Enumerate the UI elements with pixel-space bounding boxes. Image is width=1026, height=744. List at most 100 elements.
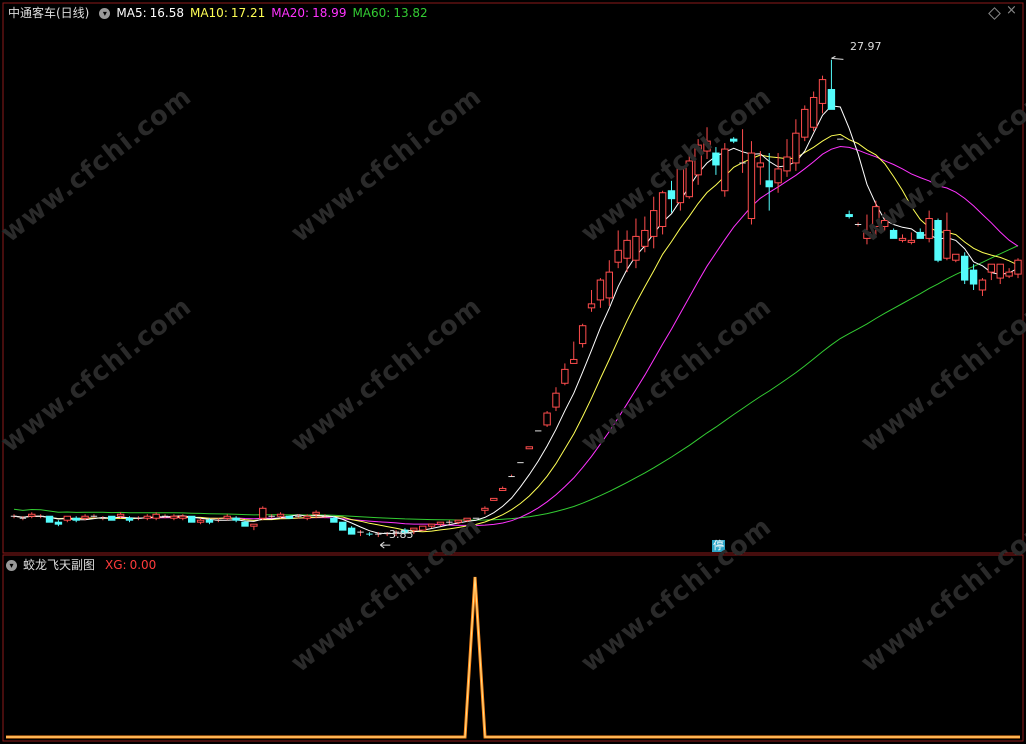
ma5-label: MA5: <box>116 6 147 20</box>
ma5-value: 16.58 <box>149 6 184 20</box>
ma60-value: 13.82 <box>393 6 428 20</box>
candle-body <box>650 210 658 237</box>
candle <box>978 278 987 296</box>
ma10-value: 17.21 <box>230 6 266 20</box>
ma60-label: MA60: <box>352 6 391 20</box>
candle-body <box>898 237 907 241</box>
candle <box>552 387 560 412</box>
candle <box>952 253 960 263</box>
candle <box>658 190 667 235</box>
candle <box>152 512 160 521</box>
candle-body <box>170 515 178 519</box>
candle <box>596 278 605 308</box>
candle-body <box>303 515 311 519</box>
candle <box>37 514 44 519</box>
candle <box>490 497 498 501</box>
candle-body <box>552 392 560 408</box>
xg-label: XG: <box>105 558 127 572</box>
candle <box>419 525 427 531</box>
candle <box>561 363 569 386</box>
candle <box>481 506 489 515</box>
candle <box>285 515 294 519</box>
candle-body <box>818 79 827 104</box>
main-panel-border <box>2 2 1024 554</box>
candle <box>543 411 551 427</box>
candle <box>508 474 515 478</box>
candle <box>196 518 205 525</box>
candle-body <box>116 513 125 517</box>
candle <box>357 530 364 537</box>
candle-body <box>232 517 240 521</box>
candle-body <box>525 446 534 450</box>
candle-body <box>667 190 676 200</box>
candle-body <box>490 497 498 501</box>
candle <box>366 532 373 537</box>
candle <box>28 512 36 519</box>
candle <box>108 515 116 521</box>
candle <box>63 515 72 523</box>
candle <box>339 521 347 531</box>
ma20-value: 18.99 <box>312 6 347 20</box>
candle-body <box>143 515 151 519</box>
high-marker <box>831 55 844 60</box>
candle <box>765 153 773 211</box>
candle-body <box>996 263 1004 279</box>
candle <box>259 506 267 521</box>
candle-body <box>801 108 809 138</box>
candle <box>845 210 853 219</box>
candle-body <box>783 156 791 172</box>
candle <box>801 105 809 142</box>
candle-body <box>108 515 116 521</box>
settings-toggle-icon[interactable]: ▾ <box>99 8 111 19</box>
candle-body <box>179 515 187 519</box>
candle <box>987 263 996 281</box>
candle <box>436 521 445 527</box>
candle <box>818 75 827 114</box>
candle <box>907 232 916 245</box>
candle <box>650 196 658 249</box>
candle-body <box>578 325 587 345</box>
candle-body <box>196 519 205 523</box>
candle-body <box>188 515 196 523</box>
candle-body <box>259 507 267 519</box>
candle-body <box>45 515 54 523</box>
candle <box>578 323 587 348</box>
candle <box>809 91 818 132</box>
candle <box>525 446 534 450</box>
candle-body <box>809 96 818 128</box>
candle <box>969 264 978 290</box>
candle-body <box>614 249 622 263</box>
candle-body <box>427 523 436 527</box>
close-icon[interactable]: × <box>1006 3 1017 18</box>
chart-title: 中通客车(日线) <box>8 6 90 20</box>
candle-body <box>925 218 933 239</box>
candle-body <box>81 515 89 519</box>
candle-body <box>756 162 765 168</box>
candle-body <box>765 180 773 188</box>
candle-body <box>63 515 72 521</box>
candle-body <box>721 148 729 192</box>
candle-body <box>658 192 667 227</box>
candle-body <box>498 487 507 491</box>
candle-body <box>285 515 294 519</box>
candle-body <box>1005 271 1013 277</box>
candle <box>605 260 613 306</box>
candle <box>135 516 142 521</box>
candle-body <box>987 263 996 273</box>
sub-settings-toggle-icon[interactable]: ▾ <box>6 560 17 571</box>
candle <box>943 212 951 261</box>
candle <box>587 289 596 312</box>
candle <box>783 139 791 177</box>
candle-body <box>481 507 489 511</box>
candle-body <box>125 517 134 521</box>
candle <box>934 218 942 263</box>
candle <box>632 218 640 269</box>
candle-body <box>436 521 445 525</box>
candle <box>99 516 107 521</box>
low-marker <box>379 541 391 549</box>
ma10-label: MA10: <box>189 6 228 20</box>
candle-body <box>623 239 631 259</box>
ma60-line <box>13 245 1019 521</box>
candle-body <box>152 513 160 519</box>
candle-body <box>978 279 987 291</box>
